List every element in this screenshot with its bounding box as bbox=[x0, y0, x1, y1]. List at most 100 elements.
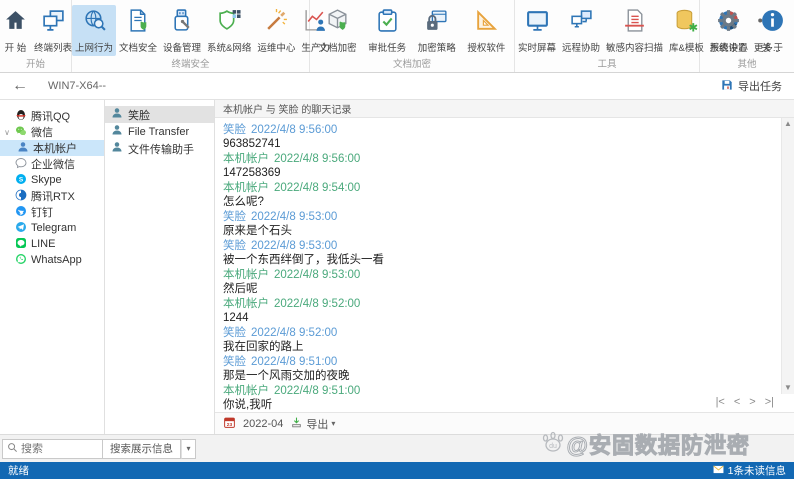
system-network-icon bbox=[217, 8, 242, 38]
chat-message: 本机帐户2022/4/8 9:51:00 你说,我听 bbox=[223, 384, 776, 412]
scroll-up-icon[interactable]: ▲ bbox=[784, 118, 792, 130]
subheader-bar: ← WIN7-X64-- 导出任务 bbox=[0, 73, 794, 100]
scroll-down-icon[interactable]: ▼ bbox=[784, 382, 792, 394]
sidebar-item-rtx[interactable]: 腾讯RTX bbox=[0, 188, 104, 204]
message-time: 2022/4/8 9:52:00 bbox=[274, 298, 360, 310]
chat-header: 本机帐户 与 笑脸 的聊天记录 bbox=[215, 100, 794, 118]
lock-policy-icon bbox=[424, 8, 449, 38]
contact-label: File Transfer bbox=[128, 126, 189, 138]
qq-icon bbox=[15, 109, 27, 124]
filter-dropdown-icon[interactable]: ▾ bbox=[181, 439, 196, 459]
sidebar-item-label: WhatsApp bbox=[31, 254, 82, 266]
ribbon-item-realtime-screen[interactable]: 实时屏幕 bbox=[515, 5, 559, 56]
sidebar-item-telegram[interactable]: Telegram bbox=[0, 220, 104, 236]
contact-item-file-assistant[interactable]: 文件传输助手 bbox=[105, 140, 214, 157]
contact-item-file-transfer[interactable]: File Transfer bbox=[105, 123, 214, 140]
ribbon-item-doc-security[interactable]: 文档安全 bbox=[116, 5, 160, 56]
message-sender: 笑脸 bbox=[223, 240, 246, 252]
sidebar-item-label: 腾讯RTX bbox=[31, 188, 75, 204]
home-icon bbox=[3, 8, 28, 38]
scan-document-icon bbox=[622, 8, 647, 38]
ribbon-group-label: 文档加密 bbox=[310, 56, 514, 74]
chat-message: 本机帐户2022/4/8 9:53:00 然后呢 bbox=[223, 268, 776, 296]
unread-message-indicator[interactable]: 1条未读信息 bbox=[713, 463, 786, 478]
sidebar-item-qq[interactable]: 腾讯QQ bbox=[0, 108, 104, 124]
magic-wand-icon bbox=[264, 8, 289, 38]
search-filter-button[interactable]: 搜索展示信息 bbox=[103, 439, 181, 459]
message-sender: 本机帐户 bbox=[223, 269, 269, 281]
export-button[interactable]: 导出 ▾ bbox=[290, 416, 335, 432]
chat-message: 本机帐户2022/4/8 9:54:00 怎么呢? bbox=[223, 181, 776, 209]
sidebar-item-label: LINE bbox=[31, 238, 55, 250]
gear-icon bbox=[716, 8, 741, 38]
month-label[interactable]: 2022-04 bbox=[243, 418, 283, 430]
sidebar-item-label: Telegram bbox=[31, 222, 76, 234]
chat-message: 笑脸2022/4/8 9:51:00 那是一个风雨交加的夜晚 bbox=[223, 355, 776, 383]
ribbon-item-remote-assist[interactable]: 远程协助 bbox=[559, 5, 603, 56]
ribbon-toolbar: 开 始 终端列表 开始 上网行为 文档安全 设备管理 bbox=[0, 0, 794, 73]
message-time: 2022/4/8 9:56:00 bbox=[274, 153, 360, 165]
ribbon-item-ops-center[interactable]: 运维中心 bbox=[254, 5, 298, 56]
sidebar-item-skype[interactable]: S Skype bbox=[0, 172, 104, 188]
ribbon-group-label: 终端安全 bbox=[72, 56, 309, 74]
terminal-list-icon bbox=[41, 8, 66, 38]
message-sender: 本机帐户 bbox=[223, 385, 269, 397]
ribbon-item-system-network[interactable]: 系统&网络 bbox=[204, 5, 254, 56]
search-input[interactable] bbox=[21, 443, 95, 455]
ribbon-item-label: 库&模板 bbox=[669, 40, 704, 54]
ribbon-item-label: 文档安全 bbox=[119, 40, 157, 54]
sidebar-item-wechat[interactable]: ∨ 微信 bbox=[0, 124, 104, 140]
skype-icon: S bbox=[15, 173, 27, 188]
contact-label: 文件传输助手 bbox=[128, 141, 194, 157]
back-arrow-icon[interactable]: ← bbox=[12, 78, 28, 94]
message-sender: 笑脸 bbox=[223, 124, 246, 136]
search-box[interactable] bbox=[2, 439, 103, 459]
export-task-button[interactable]: 导出任务 bbox=[720, 78, 782, 95]
person-icon bbox=[111, 107, 123, 122]
chat-panel: 本机帐户 与 笑脸 的聊天记录 笑脸2022/4/8 9:56:00 96385… bbox=[215, 100, 794, 434]
sidebar-item-wecom[interactable]: 企业微信 bbox=[0, 156, 104, 172]
message-text: 那是一个风雨交加的夜晚 bbox=[223, 369, 776, 383]
message-time: 2022/4/8 9:53:00 bbox=[251, 240, 337, 252]
sidebar-item-local-account[interactable]: 本机帐户 bbox=[0, 140, 104, 156]
sidebar-item-label: 钉钉 bbox=[31, 204, 53, 220]
ribbon-group-endpoint-security: 上网行为 文档安全 设备管理 系统&网络 运维中心 生产力 bbox=[72, 0, 310, 72]
ribbon-item-doc-encrypt[interactable]: 文档加密 bbox=[316, 5, 360, 56]
ribbon-item-approval-tasks[interactable]: 审批任务 bbox=[365, 5, 409, 56]
ribbon-item-about[interactable]: 关 于 bbox=[757, 5, 788, 56]
chat-message: 笑脸2022/4/8 9:53:00 被一个东西绊倒了，我低头一看 bbox=[223, 239, 776, 267]
remote-assist-icon bbox=[569, 8, 594, 38]
sidebar-item-line[interactable]: LINE bbox=[0, 236, 104, 252]
page-next-button[interactable]: > bbox=[749, 396, 755, 408]
ribbon-item-encrypt-policy[interactable]: 加密策略 bbox=[415, 5, 459, 56]
sidebar-item-whatsapp[interactable]: WhatsApp bbox=[0, 252, 104, 268]
sidebar-item-dingtalk[interactable]: 钉钉 bbox=[0, 204, 104, 220]
contact-item-smiley[interactable]: 笑脸 bbox=[105, 106, 214, 123]
main-area: 腾讯QQ ∨ 微信 本机帐户 企业微信 S Skype 腾讯RTX bbox=[0, 100, 794, 434]
ribbon-item-sensitive-scan[interactable]: 敏感内容扫描 bbox=[603, 5, 666, 56]
status-bar: 就绪 1条未读信息 bbox=[0, 462, 794, 479]
page-prev-button[interactable]: < bbox=[734, 396, 740, 408]
page-last-button[interactable]: >| bbox=[765, 396, 774, 408]
database-icon bbox=[674, 8, 699, 38]
ribbon-item-device-mgmt[interactable]: 设备管理 bbox=[160, 5, 204, 56]
message-sender: 本机帐户 bbox=[223, 298, 269, 310]
page-first-button[interactable]: |< bbox=[716, 396, 725, 408]
ribbon-group-label: 工具 bbox=[515, 56, 699, 74]
ribbon-item-terminal-list[interactable]: 终端列表 bbox=[31, 5, 75, 56]
contact-list: 笑脸 File Transfer 文件传输助手 bbox=[105, 100, 215, 434]
export-task-label: 导出任务 bbox=[738, 78, 782, 94]
ribbon-item-label: 文档加密 bbox=[319, 40, 357, 54]
ribbon-item-licensed-software[interactable]: 授权软件 bbox=[464, 5, 508, 56]
ribbon-item-system-settings[interactable]: 系统设置 bbox=[706, 5, 750, 56]
calendar-icon[interactable]: 23 bbox=[223, 416, 236, 432]
monitor-icon bbox=[525, 8, 550, 38]
message-text: 原来是个石头 bbox=[223, 224, 776, 238]
ribbon-item-start[interactable]: 开 始 bbox=[0, 5, 31, 56]
ribbon-group-other: 系统设置 关 于 其他 bbox=[700, 0, 794, 72]
sidebar-item-label: Skype bbox=[31, 174, 62, 186]
chat-scrollbar[interactable]: ▲ ▼ bbox=[781, 118, 794, 394]
ribbon-item-label: 授权软件 bbox=[467, 40, 505, 54]
ribbon-item-label: 系统设置 bbox=[709, 40, 747, 54]
ribbon-item-web-behavior[interactable]: 上网行为 bbox=[72, 5, 116, 56]
